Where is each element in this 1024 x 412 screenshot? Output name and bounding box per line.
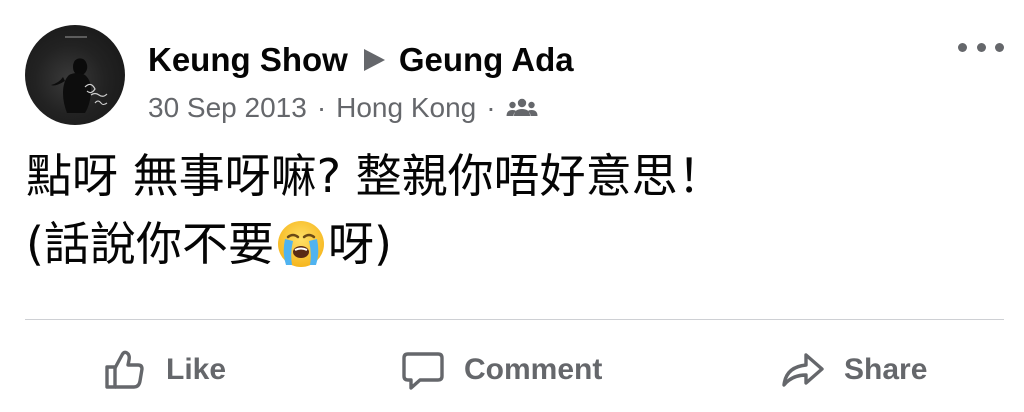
action-bar: Like Comment Share	[0, 325, 1024, 412]
meta-separator: ·	[316, 92, 327, 123]
post-text: 點呀 無事呀嘛? 整親你唔好意思！ (話說你不要 呀)	[26, 142, 996, 278]
post-text-line: (話說你不要 呀)	[26, 210, 996, 278]
post-text-line-2-end: 呀)	[327, 217, 392, 271]
avatar[interactable]	[25, 25, 125, 125]
post-text-line: 點呀 無事呀嘛? 整親你唔好意思！	[26, 142, 996, 210]
more-horizontal-icon	[958, 42, 967, 52]
comment-icon	[402, 352, 444, 390]
share-button[interactable]: Share	[780, 347, 927, 393]
comment-label: Comment	[464, 353, 603, 386]
post-meta: 30 Sep 2013 · Hong Kong ·	[148, 88, 538, 128]
post-text-line-1: 點呀 無事呀嘛? 整親你唔好意思！	[26, 149, 724, 203]
author-name[interactable]: Keung Show	[148, 41, 348, 79]
comment-button[interactable]: Comment	[400, 347, 602, 393]
like-button[interactable]: Like	[102, 347, 226, 393]
thumbs-up-icon	[105, 350, 144, 389]
post-header: Keung Show Geung Ada	[148, 38, 574, 82]
divider	[25, 319, 1004, 320]
meta-separator: ·	[486, 92, 496, 123]
post-text-line-2-start: (話說你不要	[26, 217, 274, 271]
arrow-right-icon	[363, 49, 385, 71]
loudly-crying-face-emoji	[276, 219, 326, 269]
share-label: Share	[844, 353, 928, 386]
post-location[interactable]: Hong Kong	[336, 92, 476, 124]
more-options-button[interactable]	[958, 36, 1004, 58]
share-icon	[782, 353, 824, 387]
post-date[interactable]: 30 Sep 2013	[148, 92, 307, 124]
like-label: Like	[166, 353, 227, 386]
avatar-image	[51, 36, 108, 113]
post-card: Keung Show Geung Ada 30 Sep 2013 · Hong …	[0, 0, 1024, 412]
recipient-name[interactable]: Geung Ada	[399, 41, 574, 79]
friends-icon[interactable]	[506, 96, 538, 120]
